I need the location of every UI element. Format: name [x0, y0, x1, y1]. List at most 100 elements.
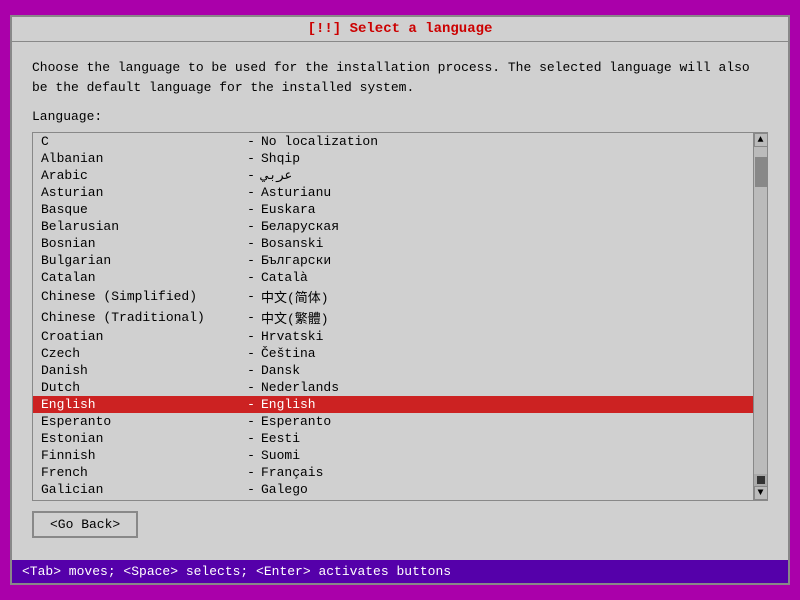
list-item[interactable]: Finnish-Suomi: [33, 447, 753, 464]
language-native: Eesti: [261, 431, 300, 446]
scroll-down-arrow[interactable]: ▼: [754, 486, 768, 500]
language-items: C-No localizationAlbanian-ShqipArabic-عر…: [33, 133, 753, 500]
language-native: Български: [261, 253, 331, 268]
list-item[interactable]: Croatian-Hrvatski: [33, 328, 753, 345]
language-name: Estonian: [41, 431, 241, 446]
scrollbar-track[interactable]: [754, 147, 767, 474]
scroll-up-arrow[interactable]: ▲: [754, 133, 768, 147]
separator: -: [241, 431, 261, 446]
separator: -: [241, 499, 261, 500]
separator: -: [241, 329, 261, 344]
language-native: Беларуская: [261, 219, 339, 234]
language-native: 中文(繁體): [261, 308, 329, 327]
language-native: Euskara: [261, 202, 316, 217]
scrollbar[interactable]: ▲ ▼: [753, 133, 767, 500]
list-item[interactable]: Estonian-Eesti: [33, 430, 753, 447]
separator: -: [241, 253, 261, 268]
language-native: Asturianu: [261, 185, 331, 200]
separator: -: [241, 414, 261, 429]
language-native: 中文(简体): [261, 287, 329, 306]
separator: -: [241, 346, 261, 361]
description-text: Choose the language to be used for the i…: [32, 58, 768, 97]
language-name: Arabic: [41, 168, 241, 183]
list-item[interactable]: Czech-Čeština: [33, 345, 753, 362]
separator: -: [241, 289, 261, 304]
language-native: Shqip: [261, 151, 300, 166]
language-native: Bosanski: [261, 236, 323, 251]
separator: -: [241, 448, 261, 463]
list-item[interactable]: Galician - Galego: [33, 481, 753, 498]
language-name: Danish: [41, 363, 241, 378]
separator: -: [241, 202, 261, 217]
language-name: English: [41, 397, 241, 412]
list-item[interactable]: Belarusian-Беларуская: [33, 218, 753, 235]
language-native: Hrvatski: [261, 329, 323, 344]
list-item[interactable]: Dutch-Nederlands: [33, 379, 753, 396]
status-bar: <Tab> moves; <Space> selects; <Enter> ac…: [12, 560, 788, 583]
language-name: Esperanto: [41, 414, 241, 429]
list-item[interactable]: Danish-Dansk: [33, 362, 753, 379]
language-name: Albanian: [41, 151, 241, 166]
scroll-indicator: [757, 476, 765, 484]
list-item[interactable]: English-English: [33, 396, 753, 413]
language-native: Català: [261, 270, 308, 285]
list-item[interactable]: Basque-Euskara: [33, 201, 753, 218]
separator: -: [241, 151, 261, 166]
separator: -: [241, 397, 261, 412]
separator: -: [241, 482, 261, 497]
separator: -: [241, 219, 261, 234]
language-native: Suomi: [261, 448, 300, 463]
language-native: Galego: [261, 482, 308, 497]
separator: -: [241, 185, 261, 200]
list-item[interactable]: German-Deutsch: [33, 498, 753, 500]
language-native: Deutsch: [261, 499, 316, 500]
list-item[interactable]: Albanian-Shqip: [33, 150, 753, 167]
go-back-button[interactable]: <Go Back>: [32, 511, 138, 538]
language-name: Croatian: [41, 329, 241, 344]
list-item[interactable]: French-Français: [33, 464, 753, 481]
separator: -: [241, 380, 261, 395]
separator: -: [241, 270, 261, 285]
list-item[interactable]: Chinese (Simplified)-中文(简体): [33, 286, 753, 307]
language-list-container[interactable]: C-No localizationAlbanian-ShqipArabic-عر…: [32, 132, 768, 501]
language-label: Language:: [32, 109, 768, 124]
list-item[interactable]: Asturian-Asturianu: [33, 184, 753, 201]
language-native: Français: [261, 465, 323, 480]
language-native: Čeština: [261, 346, 316, 361]
scrollbar-thumb[interactable]: [755, 157, 767, 187]
list-item[interactable]: Chinese (Traditional)-中文(繁體): [33, 307, 753, 328]
list-item[interactable]: Arabic-عربي: [33, 167, 753, 184]
content-area: Choose the language to be used for the i…: [12, 42, 788, 560]
language-name: Asturian: [41, 185, 241, 200]
separator: -: [241, 310, 261, 325]
separator: -: [241, 236, 261, 251]
main-window: [!!] Select a language Choose the langua…: [10, 15, 790, 585]
language-native: عربي: [261, 168, 292, 183]
list-item[interactable]: C-No localization: [33, 133, 753, 150]
list-item[interactable]: Bosnian-Bosanski: [33, 235, 753, 252]
list-item[interactable]: Catalan-Català: [33, 269, 753, 286]
language-native: Esperanto: [261, 414, 331, 429]
separator: -: [241, 168, 261, 183]
language-native: English: [261, 397, 316, 412]
button-row: <Go Back>: [32, 501, 768, 544]
language-name: Catalan: [41, 270, 241, 285]
separator: -: [241, 363, 261, 378]
language-name: Finnish: [41, 448, 241, 463]
title-bar: [!!] Select a language: [12, 17, 788, 42]
list-item[interactable]: Esperanto-Esperanto: [33, 413, 753, 430]
language-name: C: [41, 134, 241, 149]
language-name: Chinese (Traditional): [41, 310, 241, 325]
language-native: Dansk: [261, 363, 300, 378]
language-name: Galician: [41, 482, 241, 497]
language-name: French: [41, 465, 241, 480]
window-title: [!!] Select a language: [308, 21, 493, 37]
language-list[interactable]: C-No localizationAlbanian-ShqipArabic-عر…: [33, 133, 753, 500]
language-name: Dutch: [41, 380, 241, 395]
language-name: Bosnian: [41, 236, 241, 251]
language-native: No localization: [261, 134, 378, 149]
list-item[interactable]: Bulgarian-Български: [33, 252, 753, 269]
language-name: Basque: [41, 202, 241, 217]
separator: -: [241, 465, 261, 480]
language-name: Czech: [41, 346, 241, 361]
